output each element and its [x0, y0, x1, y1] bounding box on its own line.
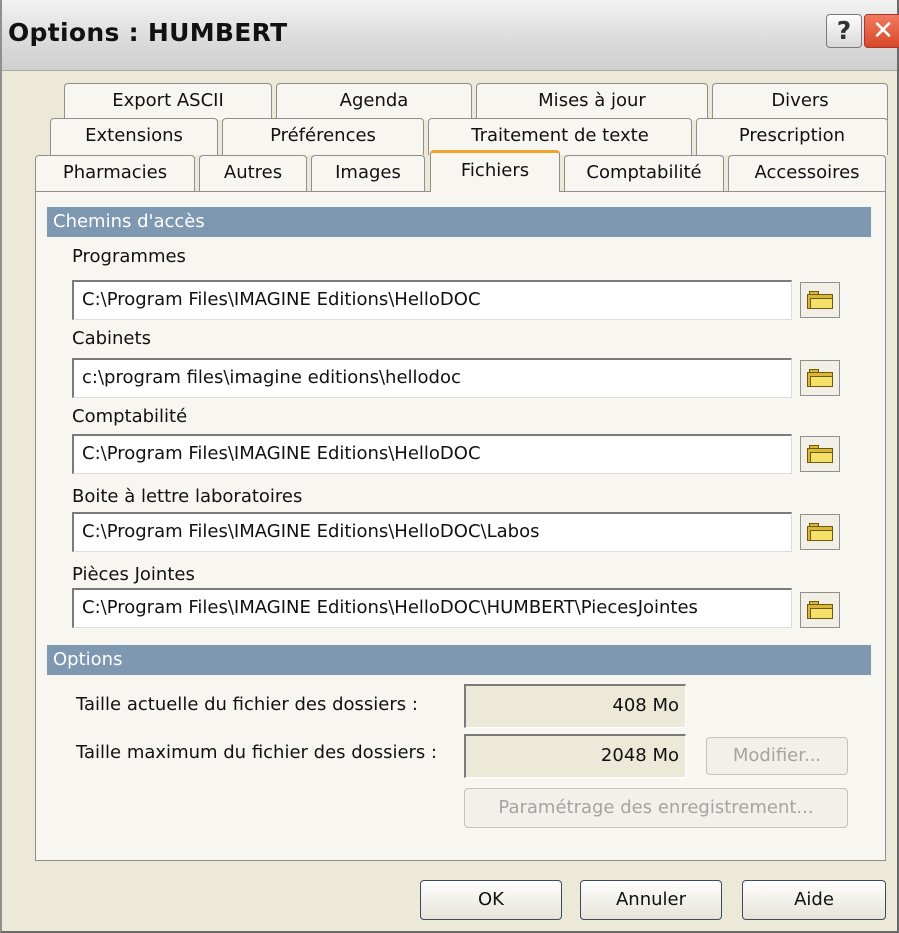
folder-icon: [807, 523, 833, 541]
folder-icon: [807, 601, 833, 619]
tab-prescription[interactable]: Prescription: [696, 118, 888, 155]
pieces-jointes-path-field[interactable]: C:\Program Files\IMAGINE Editions\HelloD…: [72, 588, 792, 628]
comptabilite-path-field[interactable]: C:\Program Files\IMAGINE Editions\HelloD…: [72, 434, 792, 474]
folder-icon: [807, 291, 833, 309]
cabinets-browse-button[interactable]: [800, 360, 840, 396]
options-section-header: Options: [47, 645, 871, 675]
cabinets-path-field[interactable]: c:\program files\imagine editions\hellod…: [72, 358, 792, 398]
max-size-label: Taille maximum du fichier des dossiers :: [76, 742, 438, 763]
cancel-button[interactable]: Annuler: [580, 880, 722, 920]
tab-fichiers[interactable]: Fichiers: [430, 150, 560, 192]
tab-accessoires[interactable]: Accessoires: [728, 155, 886, 192]
pieces-jointes-browse-button[interactable]: [800, 592, 840, 628]
boite-lettre-label: Boite à lettre laboratoires: [72, 486, 303, 507]
close-title-button[interactable]: ✕: [864, 14, 899, 48]
title-bar: Options : HUMBERT ? ✕: [2, 0, 899, 71]
ok-button[interactable]: OK: [420, 880, 562, 920]
tab-comptabilite[interactable]: Comptabilité: [564, 155, 724, 192]
cabinets-label: Cabinets: [72, 328, 151, 349]
tab-extensions[interactable]: Extensions: [50, 118, 218, 155]
modify-button[interactable]: Modifier...: [706, 737, 848, 775]
max-size-value: 2048 Mo: [464, 734, 686, 778]
tab-divers[interactable]: Divers: [712, 83, 888, 120]
help-button[interactable]: Aide: [742, 880, 886, 920]
settings-button[interactable]: Paramétrage des enregistrement...: [464, 788, 848, 828]
current-size-label: Taille actuelle du fichier des dossiers …: [76, 694, 418, 715]
tab-agenda[interactable]: Agenda: [276, 83, 472, 120]
folder-icon: [807, 369, 833, 387]
programmes-path-field[interactable]: C:\Program Files\IMAGINE Editions\HelloD…: [72, 280, 792, 320]
window-title: Options : HUMBERT: [8, 18, 288, 47]
boite-lettre-browse-button[interactable]: [800, 514, 840, 550]
current-size-value: 408 Mo: [464, 684, 686, 728]
options-dialog: Options : HUMBERT ? ✕ Export ASCII Agend…: [0, 0, 899, 933]
tab-pharmacies[interactable]: Pharmacies: [35, 155, 195, 192]
boite-lettre-path-field[interactable]: C:\Program Files\IMAGINE Editions\HelloD…: [72, 512, 792, 552]
tab-export-ascii[interactable]: Export ASCII: [64, 83, 272, 120]
tab-images[interactable]: Images: [311, 155, 425, 192]
help-title-button[interactable]: ?: [826, 14, 862, 48]
comptabilite-browse-button[interactable]: [800, 436, 840, 472]
tab-autres[interactable]: Autres: [199, 155, 307, 192]
tab-preferences[interactable]: Préférences: [222, 118, 424, 155]
programmes-label: Programmes: [72, 246, 186, 267]
folder-icon: [807, 445, 833, 463]
question-mark-icon: ?: [836, 16, 852, 45]
pieces-jointes-label: Pièces Jointes: [72, 564, 195, 585]
programmes-browse-button[interactable]: [800, 282, 840, 318]
tab-mises-a-jour[interactable]: Mises à jour: [476, 83, 708, 120]
comptabilite-label: Comptabilité: [72, 406, 188, 427]
paths-section-header: Chemins d'accès: [47, 207, 871, 237]
close-icon: ✕: [872, 16, 894, 46]
